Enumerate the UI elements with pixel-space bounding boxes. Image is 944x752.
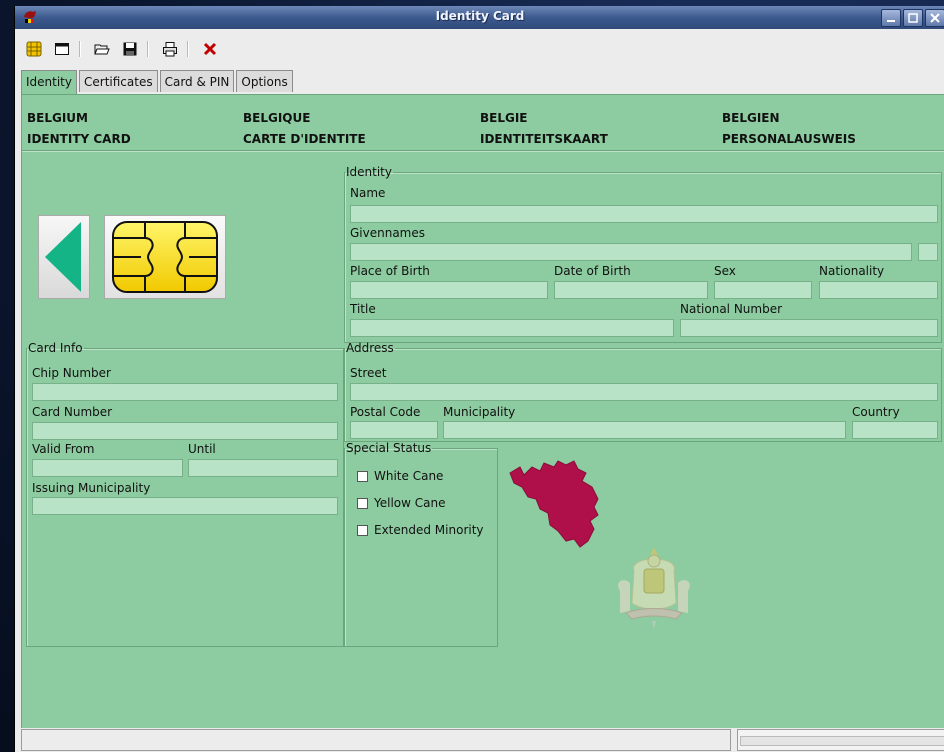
status-bar <box>21 728 944 752</box>
tab-certificates[interactable]: Certificates <box>79 70 158 92</box>
place-of-birth-label: Place of Birth <box>350 264 430 278</box>
title-label: Title <box>350 302 376 316</box>
sex-field[interactable] <box>714 281 812 299</box>
yellow-cane-label: Yellow Cane <box>374 496 446 510</box>
nationality-field[interactable] <box>819 281 938 299</box>
header-country-en: BELGIUM <box>27 111 88 125</box>
givennames-label: Givennames <box>350 226 426 240</box>
checkbox-box[interactable] <box>357 470 368 482</box>
minimize-icon <box>887 20 895 22</box>
open-button[interactable] <box>93 40 111 58</box>
date-of-birth-label: Date of Birth <box>554 264 631 278</box>
identity-legend: Identity <box>346 165 392 179</box>
toolbar-separator <box>187 41 189 57</box>
name-field[interactable] <box>350 205 938 223</box>
save-icon <box>123 42 137 56</box>
coat-of-arms-image <box>618 547 690 629</box>
toolbar-separator <box>147 41 149 57</box>
until-label: Until <box>188 442 216 456</box>
open-folder-icon <box>94 44 110 55</box>
window-icon <box>55 43 69 55</box>
chip-number-label: Chip Number <box>32 366 111 380</box>
header-card-de: PERSONALAUSWEIS <box>722 132 856 146</box>
belgium-map-image <box>509 460 599 548</box>
maximize-icon <box>908 13 918 23</box>
address-legend: Address <box>346 341 394 355</box>
window-controls <box>881 9 944 27</box>
tab-identity[interactable]: Identity <box>21 70 77 94</box>
toolbar <box>15 29 944 69</box>
progress-track <box>740 736 944 746</box>
country-field[interactable] <box>852 421 938 439</box>
postal-code-field[interactable] <box>350 421 438 439</box>
close-x-icon <box>203 42 217 56</box>
municipality-label: Municipality <box>443 405 516 419</box>
tab-bar: Identity Certificates Card & PIN Options <box>21 70 295 94</box>
header-card-fr: CARTE D'IDENTITE <box>243 132 366 146</box>
nationality-label: Nationality <box>819 264 885 278</box>
white-cane-label: White Cane <box>374 469 444 483</box>
national-number-field[interactable] <box>680 319 938 337</box>
save-button[interactable] <box>121 40 139 58</box>
maximize-button[interactable] <box>903 9 923 27</box>
extended-minority-label: Extended Minority <box>374 523 484 537</box>
minimize-button[interactable] <box>881 9 901 27</box>
smartcard-chip-icon <box>112 221 218 293</box>
header-card-en: IDENTITY CARD <box>27 132 131 146</box>
issuing-municipality-field[interactable] <box>32 497 338 515</box>
card-number-field[interactable] <box>32 422 338 440</box>
yellow-cane-checkbox[interactable]: Yellow Cane <box>357 496 445 510</box>
header-country-nl: BELGIE <box>480 111 528 125</box>
date-of-birth-field[interactable] <box>554 281 708 299</box>
tab-card-pin[interactable]: Card & PIN <box>159 70 235 92</box>
white-cane-checkbox[interactable]: White Cane <box>357 469 443 483</box>
municipality-field[interactable] <box>443 421 846 439</box>
card-number-label: Card Number <box>32 405 113 419</box>
postal-code-label: Postal Code <box>350 405 421 419</box>
initial-field[interactable] <box>918 243 938 261</box>
status-message <box>21 729 731 751</box>
valid-from-field[interactable] <box>32 459 183 477</box>
chip-number-field[interactable] <box>32 383 338 401</box>
header-card-nl: IDENTITEITSKAART <box>480 132 608 146</box>
eid-card-icon <box>26 41 42 57</box>
place-of-birth-field[interactable] <box>350 281 548 299</box>
until-field[interactable] <box>188 459 338 477</box>
eject-card-button[interactable] <box>38 215 90 299</box>
toolbar-separator <box>79 41 81 57</box>
givennames-field[interactable] <box>350 243 912 261</box>
tab-options[interactable]: Options <box>236 70 293 92</box>
close-button[interactable] <box>925 9 944 27</box>
close-icon <box>930 13 940 23</box>
issuing-municipality-label: Issuing Municipality <box>32 481 151 495</box>
print-icon <box>163 42 177 57</box>
checkbox-box[interactable] <box>357 497 368 509</box>
exit-button[interactable] <box>201 40 219 58</box>
street-label: Street <box>350 366 387 380</box>
title-field[interactable] <box>350 319 674 337</box>
valid-from-label: Valid From <box>32 442 95 456</box>
window-title: Identity Card <box>435 9 525 23</box>
clear-button[interactable] <box>53 40 71 58</box>
identity-card-window: Identity Card Identity Certificates Card… <box>14 6 944 752</box>
national-number-label: National Number <box>680 302 783 316</box>
street-field[interactable] <box>350 383 938 401</box>
checkbox-box[interactable] <box>357 524 368 536</box>
title-bar[interactable]: Identity Card <box>15 6 944 29</box>
name-label: Name <box>350 186 386 200</box>
header-country-de: BELGIEN <box>722 111 780 125</box>
arrow-left-icon <box>45 222 81 292</box>
country-label: Country <box>852 405 900 419</box>
read-card-button[interactable] <box>25 40 43 58</box>
extended-minority-checkbox[interactable]: Extended Minority <box>357 523 484 537</box>
card-info-legend: Card Info <box>28 341 83 355</box>
progress-bar <box>737 729 944 751</box>
identity-panel: BELGIUM IDENTITY CARD BELGIQUE CARTE D'I… <box>21 94 944 729</box>
header-divider <box>22 150 944 152</box>
print-button[interactable] <box>161 40 179 58</box>
sex-label: Sex <box>714 264 736 278</box>
header-country-fr: BELGIQUE <box>243 111 311 125</box>
read-chip-button[interactable] <box>104 215 226 299</box>
special-status-legend: Special Status <box>346 441 432 455</box>
